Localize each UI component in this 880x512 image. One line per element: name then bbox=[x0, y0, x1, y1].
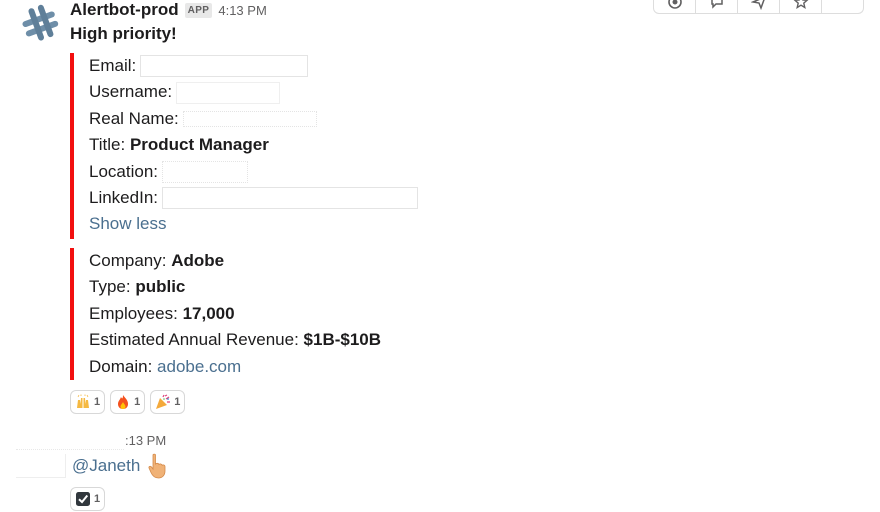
domain-link[interactable]: adobe.com bbox=[157, 354, 241, 380]
alertbot-avatar[interactable] bbox=[20, 3, 60, 43]
reaction-count: 1 bbox=[94, 396, 101, 408]
redacted-value bbox=[182, 110, 317, 127]
field-employees: Employees: 17,000 bbox=[89, 301, 381, 327]
redacted-avatar[interactable] bbox=[16, 454, 66, 478]
message-header: Alertbot-prod APP 4:13 PM bbox=[70, 0, 267, 20]
field-label: Estimated Annual Revenue: bbox=[89, 330, 299, 350]
thread-icon bbox=[710, 0, 723, 9]
field-location: Location: bbox=[89, 159, 418, 185]
share-message-button[interactable] bbox=[738, 0, 780, 13]
reply-timestamp[interactable]: :13 PM bbox=[125, 433, 166, 448]
field-revenue: Estimated Annual Revenue: $1B-$10B bbox=[89, 327, 381, 353]
field-label: Real Name: bbox=[89, 108, 179, 128]
attachment-contact: Email: Username: Real Name: Title: Produ… bbox=[70, 53, 418, 239]
more-icon bbox=[837, 3, 840, 5]
attachment-company: Company: Adobe Type: public Employees: 1… bbox=[70, 248, 381, 380]
message-text: High priority! bbox=[70, 24, 177, 43]
reaction-count: 1 bbox=[134, 396, 141, 408]
reaction-count: 1 bbox=[94, 493, 101, 505]
field-label: Location: bbox=[89, 161, 158, 181]
company-value: Adobe bbox=[171, 251, 225, 270]
message-reactions: 1 1 1 bbox=[70, 390, 186, 414]
sender-name[interactable]: Alertbot-prod bbox=[70, 0, 179, 20]
field-domain: Domain: adobe.com bbox=[89, 354, 381, 380]
raised-hands-icon bbox=[75, 394, 91, 410]
field-label: LinkedIn: bbox=[89, 187, 158, 207]
redacted-value bbox=[162, 160, 248, 183]
field-label: Employees: bbox=[89, 303, 178, 323]
field-label: Domain: bbox=[89, 356, 153, 376]
pointing-hand-icon bbox=[146, 453, 168, 484]
redacted-sender-name[interactable] bbox=[16, 432, 124, 450]
employees-value: 17,000 bbox=[182, 303, 235, 323]
show-less-link[interactable]: Show less bbox=[89, 211, 166, 237]
bot-logo-icon bbox=[22, 4, 59, 41]
field-real-name: Real Name: bbox=[89, 106, 418, 132]
type-value: public bbox=[135, 277, 186, 297]
field-label: Company: bbox=[89, 251, 167, 270]
add-reaction-button[interactable] bbox=[654, 0, 696, 13]
app-badge: APP bbox=[184, 2, 213, 18]
share-icon bbox=[750, 0, 765, 10]
reaction-fire[interactable]: 1 bbox=[110, 390, 146, 414]
title-value: Product Manager bbox=[129, 135, 269, 155]
reaction-party-popper[interactable]: 1 bbox=[150, 390, 186, 414]
message-timestamp[interactable]: 4:13 PM bbox=[218, 3, 266, 18]
field-label: Type: bbox=[89, 277, 131, 297]
reaction-icon bbox=[667, 0, 682, 9]
field-label: Title: bbox=[89, 135, 126, 155]
user-mention[interactable]: @Janeth bbox=[72, 456, 140, 476]
field-label: Username: bbox=[89, 82, 173, 102]
redacted-value bbox=[176, 81, 281, 104]
field-type: Type: public bbox=[89, 274, 381, 300]
field-title: Title: Product Manager bbox=[89, 132, 418, 158]
reaction-check-box[interactable]: 1 bbox=[70, 487, 106, 511]
reaction-raised-hands[interactable]: 1 bbox=[70, 390, 106, 414]
save-message-button[interactable] bbox=[780, 0, 822, 13]
fire-icon bbox=[115, 394, 131, 410]
reply-reactions: 1 bbox=[70, 487, 106, 511]
message-hover-actions bbox=[653, 0, 864, 14]
field-username: Username: bbox=[89, 79, 418, 105]
start-thread-button[interactable] bbox=[696, 0, 738, 13]
field-email: Email: bbox=[89, 53, 418, 79]
check-box-icon bbox=[75, 491, 91, 507]
party-popper-icon bbox=[155, 394, 171, 410]
field-company: Company: Adobe bbox=[89, 248, 381, 274]
field-label: Email: bbox=[89, 56, 137, 75]
redacted-link[interactable] bbox=[162, 187, 418, 210]
redacted-value bbox=[140, 55, 309, 78]
revenue-value: $1B-$10B bbox=[303, 330, 382, 350]
field-linkedin: LinkedIn: bbox=[89, 185, 418, 211]
more-actions-button[interactable] bbox=[822, 0, 863, 13]
star-icon bbox=[793, 0, 808, 9]
show-less-link-row: Show less bbox=[89, 211, 418, 237]
reaction-count: 1 bbox=[174, 396, 181, 408]
